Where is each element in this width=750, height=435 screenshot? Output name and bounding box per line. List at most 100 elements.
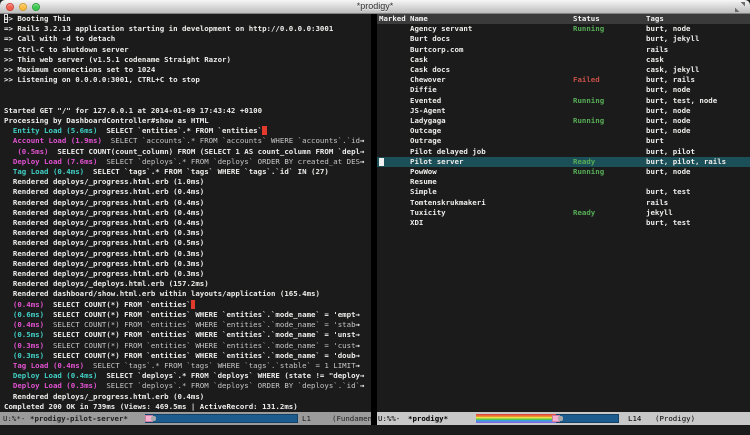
marked-cell [379,177,410,187]
process-tags: burt, pilot [646,147,750,157]
process-status: Ready [573,157,646,167]
modeline-flags: U:%*- [3,412,25,425]
log-line: >> Maximum connections set to 1024 [4,65,371,75]
process-tags: rails [646,45,750,55]
log-text: Rendered deploys/_progress.html.erb (0.4… [4,187,204,196]
process-tags: burt, rails [646,75,750,85]
process-row[interactable]: JS-Agentburt, node [377,106,750,116]
emacs-window: *prodigy* => Booting Thin=> Rails 3.2.13… [0,0,750,435]
marked-cell [379,34,410,44]
process-row[interactable]: Simpleburt, test [377,187,750,197]
process-row[interactable]: Caskcask [377,55,750,65]
server-log[interactable]: => Booting Thin=> Rails 3.2.13 applicati… [0,14,371,412]
log-text: Rendered deploys/_progress.html.erb (0.3… [4,228,204,237]
process-tags: rails [646,198,750,208]
marked-cell [379,147,410,157]
process-tags: cask, jekyll [646,65,750,75]
process-row[interactable]: EventedRunningburt, test, node [377,96,750,106]
truncation-icon: → [356,341,360,350]
buffer-name: *prodigy-pilot-server* [30,412,128,425]
process-tags: burt [646,136,750,146]
column-label-name: Name [410,14,573,24]
major-mode-indicator: (Prodigy) [655,412,695,425]
process-tags: jekyll [646,208,750,218]
process-status [573,198,646,208]
process-tags: burt, node [646,106,750,116]
log-text: >> Listening on 0.0.0.0:3001, CTRL+C to … [4,75,200,84]
marked-cell [379,24,410,34]
titlebar[interactable]: *prodigy* [0,0,750,14]
process-name: Simple [410,187,573,197]
process-row[interactable]: LadygagaRunningburt, node [377,116,750,126]
process-list-pane[interactable]: Marked Name Status Tags Agency servantRu… [377,14,750,435]
log-text: Processing by DashboardController#show a… [4,116,209,125]
log-text: Account Load (1.9ms) [4,136,102,145]
process-name: Chewover [410,75,573,85]
log-line [4,96,371,106]
log-line: Completed 200 OK in 739ms (Views: 469.5m… [4,402,371,412]
truncation-icon: → [356,361,360,370]
process-row[interactable]: ChewoverFailedburt, rails [377,75,750,85]
modeline-right: U:%%- *prodigy* L14 (Prodigy) [377,412,750,425]
log-line: Rendered deploys/_progress.html.erb (0.4… [4,392,371,402]
process-status [573,34,646,44]
log-text: (0.5ms) [4,330,44,339]
log-text: > Booting Thin [8,14,70,23]
log-line: Rendered deploys/_progress.html.erb (0.5… [4,238,371,248]
log-text: SELECT COUNT(count_column) FROM (SELECT … [49,147,360,156]
process-row[interactable]: Agency servantRunningburt, node [377,24,750,34]
log-line: (0.4ms) SELECT COUNT(*) FROM `entities` … [4,320,371,330]
log-text: SELECT COUNT(*) FROM `entities` WHERE `e… [44,330,355,339]
log-line: Rendered deploys/_progress.html.erb (0.4… [4,187,371,197]
server-log-pane[interactable]: => Booting Thin=> Rails 3.2.13 applicati… [0,14,371,435]
log-text: SELECT `deploys`.* FROM `deploys` ORDER … [97,157,360,166]
log-text: Tag Load (0.4ms) [4,167,84,176]
log-text: (0.3ms) [4,351,44,360]
log-text: Started GET "/" for 127.0.0.1 at 2014-01… [4,106,262,115]
process-row[interactable]: Diffieburt, node [377,85,750,95]
log-text: Rendered deploys/_progress.html.erb (0.4… [4,392,204,401]
marked-cell [379,208,410,218]
log-text: (0.4ms) [4,300,44,309]
log-line: (0.5ms) SELECT COUNT(*) FROM `entities` … [4,330,371,340]
nyan-cat-icon [145,414,156,423]
fullscreen-icon[interactable] [735,2,745,12]
process-row[interactable]: XDIburt, test [377,218,750,228]
process-row[interactable]: Pilot delayed jobburt, pilot [377,147,750,157]
log-line: => Rails 3.2.13 application starting in … [4,24,371,34]
log-line: Started GET "/" for 127.0.0.1 at 2014-01… [4,106,371,116]
marked-cell [379,96,410,106]
process-row[interactable]: Outcageburt, node [377,126,750,136]
log-text: Rendered dashboard/show.html.erb within … [4,289,320,298]
log-text: Rendered deploys/_deploys.html.erb (157.… [4,279,209,288]
process-name: Agency servant [410,24,573,34]
log-text: Deploy Load (0.3ms) [4,381,97,390]
process-row[interactable]: Pilot serverReadyburt, pilot, rails [377,157,750,167]
process-name: Diffie [410,85,573,95]
process-row[interactable]: Tomtenskrukmakerirails [377,198,750,208]
process-row[interactable]: PowWowRunningburt, node [377,167,750,177]
trailing-whitespace-block [191,300,195,309]
process-name: Tuxicity [410,208,573,218]
process-row[interactable]: Outrageburt [377,136,750,146]
modeline-flags: U:%%- [378,412,400,425]
column-label-status: Status [573,14,646,24]
log-line: => Booting Thin [4,14,371,24]
process-row[interactable]: TuxicityReadyjekyll [377,208,750,218]
process-table-header: Marked Name Status Tags [377,14,750,24]
log-text: >> Thin web server (v1.5.1 codename Stra… [4,55,231,64]
log-text: Rendered deploys/_progress.html.erb (0.3… [4,269,204,278]
log-line: Rendered deploys/_progress.html.erb (0.3… [4,259,371,269]
echo-area[interactable] [0,425,750,435]
process-row[interactable]: Burt docsburt, jekyll [377,34,750,44]
process-row[interactable]: Cask docscask, jekyll [377,65,750,75]
process-row[interactable]: Resume [377,177,750,187]
log-text: SELECT `entities`.* FROM `entities` [97,126,262,135]
log-text: Rendered deploys/_progress.html.erb (0.4… [4,208,204,217]
process-status [573,85,646,95]
process-status [573,177,646,187]
log-text: Tag Load (0.4ms) [4,361,84,370]
process-name: Evented [410,96,573,106]
process-status: Running [573,96,646,106]
process-row[interactable]: Burtcorp.comrails [377,45,750,55]
